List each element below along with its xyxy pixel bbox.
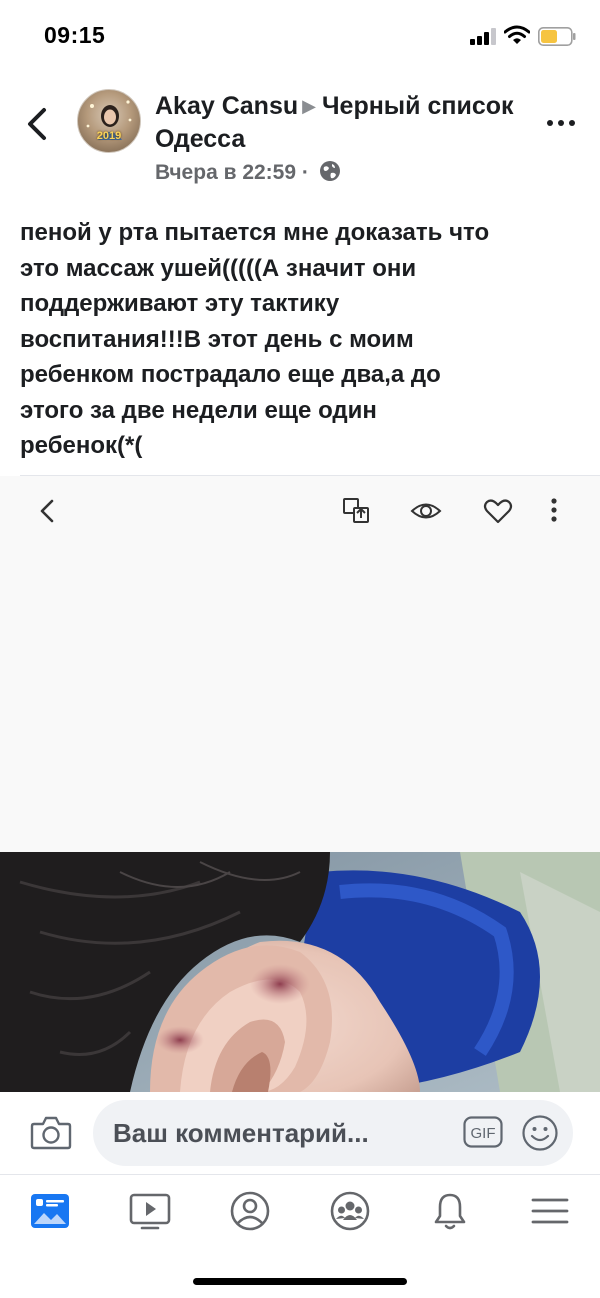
- post-text-line: пеной у рта пытается мне доказать что: [20, 219, 490, 246]
- post-text-line: ребенком пострадало еще два,а до: [20, 361, 441, 388]
- post-text-line: поддерживают эту тактику: [20, 290, 340, 317]
- post-text-line: это массаж ушей(((((А значит они: [20, 254, 417, 282]
- author-name[interactable]: Akay Cansu: [155, 92, 298, 120]
- share-icon[interactable]: [341, 496, 373, 526]
- battery-icon: [538, 27, 576, 46]
- home-indicator: [193, 1278, 407, 1285]
- comment-bar: Ваш комментарий... GIF: [0, 1092, 600, 1174]
- more-horizontal-icon[interactable]: [546, 118, 576, 128]
- groups-icon[interactable]: [328, 1189, 372, 1233]
- post-text-line: этого за две недели еще один: [20, 396, 377, 424]
- ear-photo: [0, 852, 600, 1092]
- heart-icon[interactable]: [482, 496, 514, 526]
- post-text-line: ребенок(*(: [20, 432, 143, 459]
- emoji-icon[interactable]: [521, 1114, 559, 1152]
- tab-bar: [0, 1174, 600, 1298]
- more-vertical-icon[interactable]: [538, 496, 570, 526]
- gif-button[interactable]: GIF: [463, 1116, 503, 1148]
- gif-label: GIF: [471, 1125, 496, 1142]
- arrow-right-icon: ▶: [302, 96, 316, 116]
- avatar[interactable]: 2019: [77, 89, 141, 153]
- eye-icon[interactable]: [410, 496, 442, 526]
- post-header: 2019 Akay Cansu ▶ Черный список Одесса Вче…: [0, 70, 600, 210]
- news-feed-icon[interactable]: [28, 1189, 72, 1233]
- watch-icon[interactable]: [128, 1189, 172, 1233]
- comment-placeholder: Ваш комментарий...: [113, 1118, 369, 1148]
- profile-icon[interactable]: [228, 1189, 272, 1233]
- globe-icon: [319, 161, 340, 181]
- viewer-toolbar: [0, 476, 600, 546]
- post-title: Akay Cansu ▶ Черный список Одесса: [155, 90, 515, 156]
- image-viewer: [0, 476, 600, 852]
- meta-separator: ·: [301, 161, 309, 184]
- camera-icon[interactable]: [30, 1114, 72, 1152]
- avatar-badge: 2019: [96, 130, 122, 142]
- avatar-photo: [86, 100, 132, 140]
- post-meta: Вчера в 22:59 ·: [155, 160, 341, 185]
- back-button[interactable]: [24, 104, 54, 144]
- post-timestamp[interactable]: Вчера в 22:59: [155, 161, 296, 184]
- signal-icon: [470, 27, 496, 45]
- menu-icon[interactable]: [528, 1189, 572, 1233]
- post-text: пеной у рта пытается мне доказать что эт…: [20, 215, 580, 464]
- status-time: 09:15: [44, 22, 106, 48]
- notifications-icon[interactable]: [428, 1189, 472, 1233]
- post-photo[interactable]: [0, 852, 600, 1092]
- post-text-line: воспитания!!!В этот день с моим: [20, 325, 414, 353]
- status-bar: 09:15: [0, 0, 600, 70]
- wifi-icon: [504, 25, 530, 44]
- comment-input[interactable]: Ваш комментарий... GIF: [93, 1100, 573, 1166]
- viewer-back-icon[interactable]: [32, 496, 64, 526]
